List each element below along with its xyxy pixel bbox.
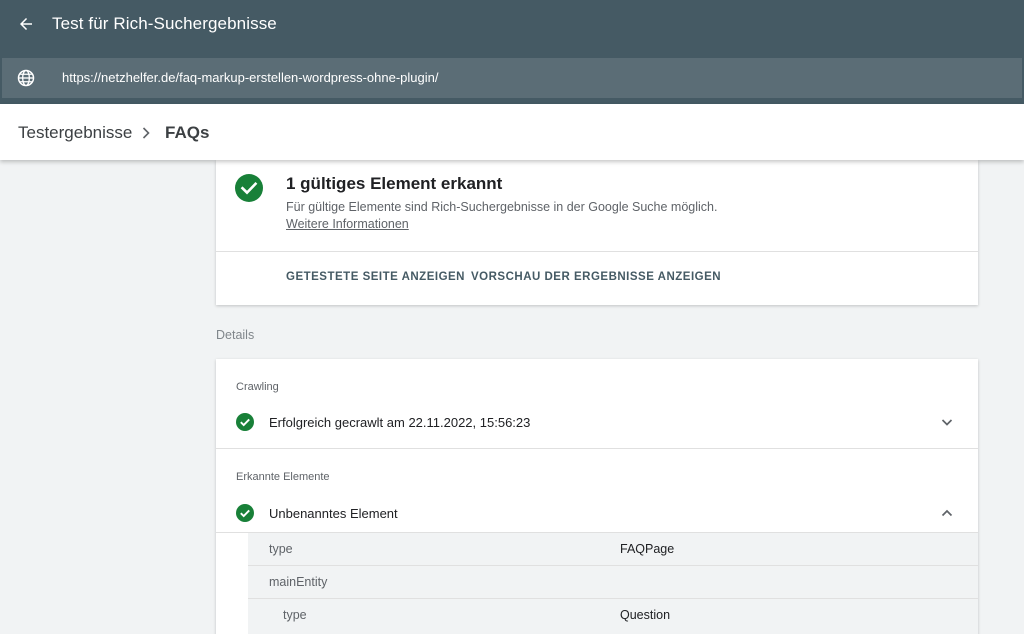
property-value: FAQPage xyxy=(620,542,675,556)
properties-table: type FAQPage mainEntity type Question xyxy=(248,533,978,634)
app-header: Test für Rich-Suchergebnisse https://net… xyxy=(0,0,1024,104)
divider xyxy=(216,448,978,449)
check-circle-icon xyxy=(235,174,263,202)
breadcrumb: Testergebnisse FAQs xyxy=(0,104,1024,160)
preview-results-button[interactable]: VORSCHAU DER ERGEBNISSE ANZEIGEN xyxy=(471,271,721,283)
property-key: type xyxy=(283,608,307,622)
property-value: Question xyxy=(620,608,671,622)
property-key: mainEntity xyxy=(269,575,328,589)
crawl-status-text[interactable]: Erfolgreich gecrawlt am 22.11.2022, 15:5… xyxy=(269,415,530,430)
url-bar[interactable]: https://netzhelfer.de/faq-markup-erstell… xyxy=(2,58,1022,98)
property-key: type xyxy=(269,542,293,556)
breadcrumb-current: FAQs xyxy=(165,123,210,142)
breadcrumb-root[interactable]: Testergebnisse xyxy=(18,123,132,143)
chevron-right-icon xyxy=(142,127,150,139)
divider xyxy=(216,251,978,252)
detected-item-name[interactable]: Unbenanntes Element xyxy=(269,506,398,521)
summary-title: 1 gültiges Element erkannt xyxy=(286,174,503,193)
view-tested-page-button[interactable]: GETESTETE SEITE ANZEIGEN xyxy=(286,271,465,283)
table-row: mainEntity xyxy=(248,566,978,599)
chevron-up-icon[interactable] xyxy=(940,506,954,520)
more-info-link[interactable]: Weitere Informationen xyxy=(286,217,409,231)
url-text[interactable]: https://netzhelfer.de/faq-markup-erstell… xyxy=(62,70,438,85)
details-heading: Details xyxy=(216,328,255,342)
details-card: Crawling Erfolgreich gecrawlt am 22.11.2… xyxy=(216,359,978,634)
summary-card: 1 gültiges Element erkannt Für gültige E… xyxy=(216,160,978,305)
table-row: type Question xyxy=(248,599,978,632)
chevron-down-icon[interactable] xyxy=(940,415,954,429)
arrow-left-icon xyxy=(20,18,32,30)
check-circle-icon xyxy=(236,504,254,522)
title-row: Test für Rich-Suchergebnisse xyxy=(0,0,1024,50)
check-circle-icon xyxy=(236,413,254,431)
table-row: type FAQPage xyxy=(248,533,978,566)
detected-items-label: Erkannte Elemente xyxy=(236,471,330,483)
crawling-label: Crawling xyxy=(236,381,279,393)
app-title: Test für Rich-Suchergebnisse xyxy=(52,14,277,33)
globe-icon xyxy=(17,69,35,87)
back-button[interactable] xyxy=(14,12,38,36)
summary-description: Für gültige Elemente sind Rich-Suchergeb… xyxy=(286,200,718,214)
